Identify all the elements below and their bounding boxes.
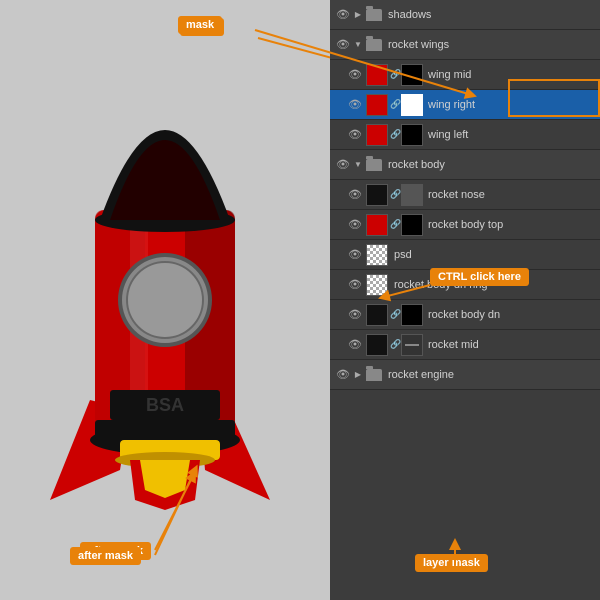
layer-row-rocket-body-dn[interactable]: 👁 🔗 rocket body dn: [330, 300, 600, 330]
layer-label-wing-left: wing left: [424, 129, 596, 141]
mask-callout-overlay: mask: [178, 16, 222, 34]
ctrl-click-callout: CTRL click here: [430, 268, 529, 286]
layer-label-wing-right: wing right: [424, 99, 596, 111]
expand-shadows[interactable]: ▶: [352, 9, 364, 21]
layer-label-psd: psd: [390, 249, 596, 261]
after-mask-callout-abs: after mask: [70, 547, 141, 565]
layers-panel: 👁 ▶ shadows 👁 ▼ rocket wings 👁 🔗 wing mi…: [330, 0, 600, 600]
chain-rocket-body-top: 🔗: [390, 219, 400, 230]
layer-label-wing-mid: wing mid: [424, 69, 596, 81]
layer-label-wings: rocket wings: [384, 39, 596, 51]
layer-row-wing-right[interactable]: 👁 🔗 wing right: [330, 90, 600, 120]
visibility-icon-rocket-body-dn-ring[interactable]: 👁: [346, 276, 364, 294]
layer-label-rocket-body: rocket body: [384, 159, 596, 171]
chain-wing-left: 🔗: [390, 129, 400, 140]
expand-rocket-body[interactable]: ▼: [352, 159, 364, 171]
chain-rocket-mid: 🔗: [390, 339, 400, 350]
chain-rocket-nose: 🔗: [390, 189, 400, 200]
layer-row-wing-mid[interactable]: 👁 🔗 wing mid: [330, 60, 600, 90]
layer-row-shadows[interactable]: 👁 ▶ shadows: [330, 0, 600, 30]
thumb-rocket-mid: [366, 334, 388, 356]
layer-label-rocket-body-dn: rocket body dn: [424, 309, 596, 321]
rocket-svg: BSA: [30, 20, 300, 560]
visibility-icon-rocket-mid[interactable]: 👁: [346, 336, 364, 354]
visibility-icon-rocket-body[interactable]: 👁: [334, 156, 352, 174]
layer-mask-callout: layer mask: [415, 554, 488, 572]
layers-list: 👁 ▶ shadows 👁 ▼ rocket wings 👁 🔗 wing mi…: [330, 0, 600, 390]
thumb-rocket-body-top: [366, 214, 388, 236]
thumb-wing-left: [366, 124, 388, 146]
thumb-wing-mid: [366, 64, 388, 86]
layer-row-rocket-mid[interactable]: 👁 🔗 rocket mid: [330, 330, 600, 360]
visibility-icon-wing-right[interactable]: 👁: [346, 96, 364, 114]
folder-icon-rocket-engine: [366, 369, 382, 381]
visibility-icon-rocket-body-dn[interactable]: 👁: [346, 306, 364, 324]
layer-row-rocket-nose[interactable]: 👁 🔗 rocket nose: [330, 180, 600, 210]
chain-rocket-body-dn: 🔗: [390, 309, 400, 320]
layer-row-rocket-body-top[interactable]: 👁 🔗 rocket body top: [330, 210, 600, 240]
chain-wing-mid: 🔗: [390, 69, 400, 80]
rocket-illustration: BSA: [30, 20, 300, 560]
visibility-icon-rocket-body-top[interactable]: 👁: [346, 216, 364, 234]
layer-row-rocket-wings[interactable]: 👁 ▼ rocket wings: [330, 30, 600, 60]
folder-icon-rocket-body: [366, 159, 382, 171]
visibility-icon-wings[interactable]: 👁: [334, 36, 352, 54]
svg-text:BSA: BSA: [146, 395, 184, 415]
layer-row-rocket-engine[interactable]: 👁 ▶ rocket engine: [330, 360, 600, 390]
expand-rocket-engine[interactable]: ▶: [352, 369, 364, 381]
layer-label-shadows: shadows: [384, 9, 596, 21]
mask-rocket-body-top: [401, 214, 423, 236]
visibility-icon-wing-mid[interactable]: 👁: [346, 66, 364, 84]
folder-icon-shadows: [366, 9, 382, 21]
layer-label-rocket-body-top: rocket body top: [424, 219, 596, 231]
layer-row-wing-left[interactable]: 👁 🔗 wing left: [330, 120, 600, 150]
visibility-icon-wing-left[interactable]: 👁: [346, 126, 364, 144]
layer-label-rocket-engine: rocket engine: [384, 369, 596, 381]
chain-wing-right: 🔗: [390, 99, 400, 110]
mask-wing-left: [401, 124, 423, 146]
mask-wing-mid: [401, 64, 423, 86]
canvas-area: BSA after mask mask: [0, 0, 330, 600]
mask-rocket-nose: [401, 184, 423, 206]
layer-row-psd[interactable]: 👁 psd: [330, 240, 600, 270]
visibility-icon-shadows[interactable]: 👁: [334, 6, 352, 24]
layer-label-rocket-mid: rocket mid: [424, 339, 596, 351]
mask-wing-right[interactable]: [401, 94, 423, 116]
layer-row-rocket-body[interactable]: 👁 ▼ rocket body: [330, 150, 600, 180]
thumb-psd: [366, 244, 388, 266]
thumb-rocket-body-dn: [366, 304, 388, 326]
visibility-icon-rocket-nose[interactable]: 👁: [346, 186, 364, 204]
mask-rocket-body-dn[interactable]: [401, 304, 423, 326]
thumb-rocket-body-dn-ring: [366, 274, 388, 296]
thumb-rocket-nose: [366, 184, 388, 206]
folder-icon-wings: [366, 39, 382, 51]
expand-wings[interactable]: ▼: [352, 39, 364, 51]
layer-label-rocket-nose: rocket nose: [424, 189, 596, 201]
visibility-icon-psd[interactable]: 👁: [346, 246, 364, 264]
thumb-wing-right: [366, 94, 388, 116]
visibility-icon-rocket-engine[interactable]: 👁: [334, 366, 352, 384]
